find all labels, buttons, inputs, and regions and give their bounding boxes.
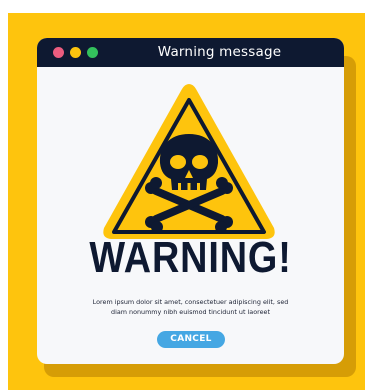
title-bar: Warning message bbox=[37, 38, 344, 67]
warning-message: Lorem ipsum dolor sit amet, consectetuer… bbox=[57, 297, 324, 317]
minimize-window-button[interactable] bbox=[70, 47, 81, 58]
warning-dialog: Warning message WARNING! Lorem ipsum dol… bbox=[37, 38, 344, 364]
window-title: Warning message bbox=[157, 44, 282, 60]
cancel-button[interactable]: CANCEL bbox=[157, 331, 225, 348]
skull-crossbones-warning-icon bbox=[103, 84, 275, 239]
close-window-button[interactable] bbox=[53, 47, 64, 58]
message-line: Lorem ipsum dolor sit amet, consectetuer… bbox=[92, 298, 289, 306]
maximize-window-button[interactable] bbox=[87, 47, 98, 58]
warning-headline: WARNING! bbox=[89, 233, 292, 282]
message-line: diam nonummy nibh euismod tincidunt ut l… bbox=[111, 308, 270, 316]
